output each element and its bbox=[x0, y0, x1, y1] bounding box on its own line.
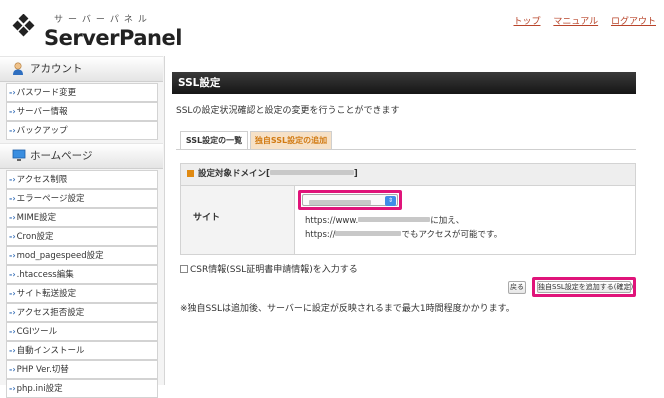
submit-button-highlight: 独自SSL設定を追加する(確定) bbox=[532, 277, 636, 297]
tabs-divider bbox=[176, 149, 636, 150]
top-nav: トップ マニュアル ログアウト bbox=[503, 14, 656, 27]
tab-ssl-list[interactable]: SSL設定の一覧 bbox=[180, 131, 248, 150]
redacted-url bbox=[358, 217, 431, 222]
site-select-highlight: ⇕ bbox=[298, 190, 402, 210]
redacted-url bbox=[335, 231, 402, 236]
top-link-manual[interactable]: マニュアル bbox=[553, 17, 598, 27]
site-select[interactable]: ⇕ bbox=[302, 194, 398, 206]
monitor-icon bbox=[12, 149, 26, 161]
sidebar-section-title: ホームページ bbox=[30, 150, 93, 162]
sidebar-item-access-restriction[interactable]: -›アクセス制限 bbox=[6, 170, 158, 189]
target-domain-label: 設定対象ドメイン[ bbox=[198, 169, 270, 179]
ssl-settings-panel: 設定対象ドメイン[] サイト ⇕ https://www. に加え、 https:… bbox=[180, 163, 636, 255]
logo-diamonds-icon bbox=[12, 14, 35, 37]
back-button[interactable]: 戻る bbox=[508, 281, 526, 294]
tab-add-ssl[interactable]: 独自SSL設定の追加 bbox=[250, 131, 332, 150]
sidebar-section-title: アカウント bbox=[30, 63, 83, 75]
sidebar-section-account: アカウント bbox=[0, 56, 163, 82]
sidebar-item-pagespeed[interactable]: -›mod_pagespeed設定 bbox=[6, 246, 158, 265]
logo-subtitle: サーバーパネル bbox=[54, 15, 152, 25]
sidebar-item-cgi[interactable]: -›CGIツール bbox=[6, 322, 158, 341]
csr-option[interactable]: CSR情報(SSL証明書申請情報)を入力する bbox=[180, 262, 358, 275]
csr-checkbox[interactable] bbox=[180, 264, 188, 273]
sidebar-item-php-version[interactable]: -›PHP Ver.切替 bbox=[6, 360, 158, 379]
top-link-top[interactable]: トップ bbox=[513, 17, 540, 27]
sidebar-item-password[interactable]: -›パスワード変更 bbox=[6, 83, 158, 102]
sidebar-item-cron[interactable]: -›Cron設定 bbox=[6, 227, 158, 246]
sidebar-item-server-info[interactable]: -›サーバー情報 bbox=[6, 102, 158, 121]
propagation-note: ※独自SSLは追加後、サーバーに設定が反映されるまで最大1時間程度かかります。 bbox=[180, 304, 515, 314]
sidebar: アカウント -›パスワード変更 -›サーバー情報 -›バックアップ ホームページ… bbox=[0, 56, 165, 398]
sidebar-item-mime[interactable]: -›MIME設定 bbox=[6, 208, 158, 227]
url-line-www: https://www. に加え、 bbox=[305, 216, 465, 226]
redacted-site-value bbox=[309, 200, 371, 205]
url-line-bare: https://でもアクセスが可能です。 bbox=[305, 230, 503, 240]
sidebar-item-access-deny[interactable]: -›アクセス拒否設定 bbox=[6, 303, 158, 322]
site-row-label: サイト bbox=[181, 186, 295, 254]
add-ssl-confirm-button[interactable]: 独自SSL設定を追加する(確定) bbox=[537, 281, 633, 293]
sidebar-section-homepage: ホームページ bbox=[0, 143, 163, 169]
logo[interactable]: サーバーパネル ServerPanel bbox=[6, 4, 182, 52]
sidebar-item-php-ini[interactable]: -›php.ini設定 bbox=[6, 379, 158, 398]
panel-header: 設定対象ドメイン[] bbox=[181, 164, 635, 186]
bullet-square-icon bbox=[187, 170, 194, 177]
redacted-domain bbox=[269, 170, 354, 175]
page-title: SSL設定 bbox=[172, 72, 636, 94]
select-arrows-icon: ⇕ bbox=[385, 196, 396, 206]
sidebar-item-error-page[interactable]: -›エラーページ設定 bbox=[6, 189, 158, 208]
sidebar-item-htaccess[interactable]: -›.htaccess編集 bbox=[6, 265, 158, 284]
top-link-logout[interactable]: ログアウト bbox=[611, 17, 656, 27]
sidebar-item-auto-install[interactable]: -›自動インストール bbox=[6, 341, 158, 360]
sidebar-item-backup[interactable]: -›バックアップ bbox=[6, 121, 158, 140]
sidebar-item-site-transfer[interactable]: -›サイト転送設定 bbox=[6, 284, 158, 303]
page-description: SSLの設定状況確認と設定の変更を行うことができます bbox=[176, 106, 400, 116]
person-icon bbox=[13, 62, 23, 75]
csr-label: CSR情報(SSL証明書申請情報)を入力する bbox=[190, 265, 358, 275]
logo-title: ServerPanel bbox=[44, 26, 182, 50]
